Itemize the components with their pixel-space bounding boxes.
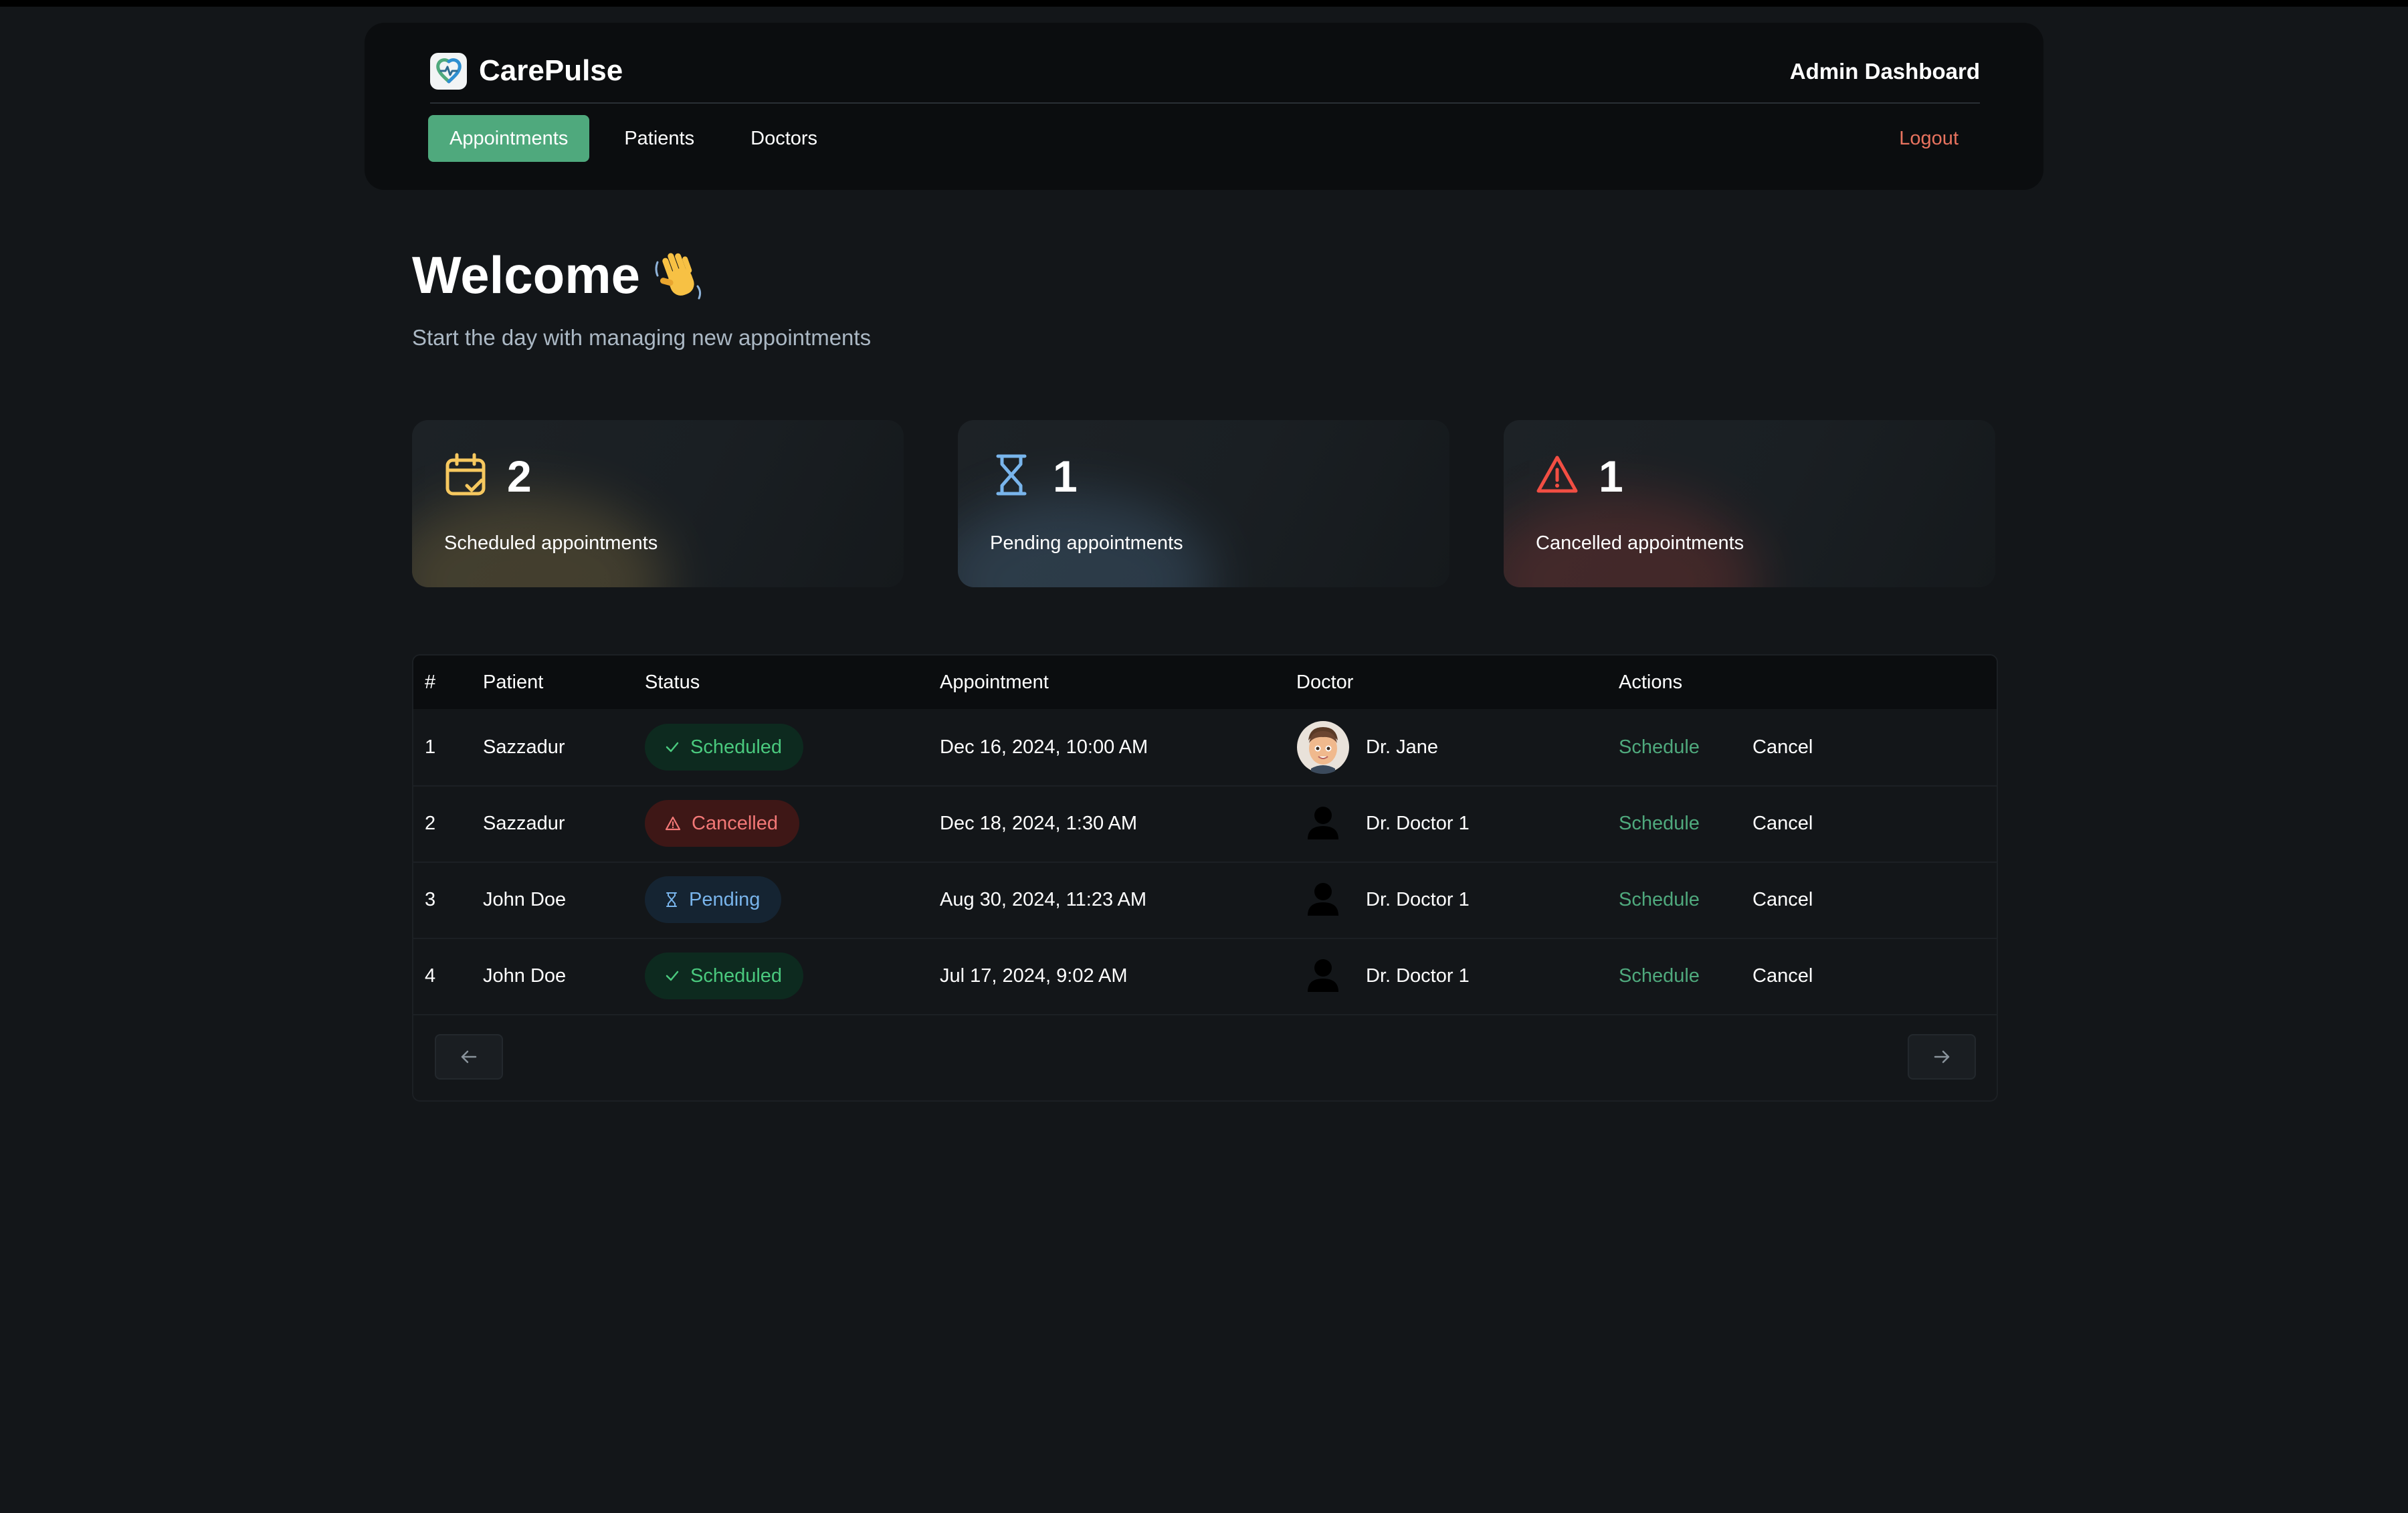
- header: CarePulse Admin Dashboard Appointments P…: [365, 23, 2043, 190]
- alert-triangle-icon: [1536, 456, 1578, 493]
- column-header-index: #: [425, 672, 436, 693]
- table-header: # Patient Status Appointment Doctor Acti…: [413, 655, 1997, 709]
- row-index: 4: [425, 965, 436, 987]
- header-title: Admin Dashboard: [1789, 59, 1980, 84]
- stat-label-pending: Pending appointments: [990, 532, 1183, 554]
- table-row: 4 John Doe Scheduled Jul 17, 2024, 9:02 …: [413, 938, 1997, 1015]
- appointment-datetime: Dec 16, 2024, 10:00 AM: [940, 736, 1148, 758]
- welcome-heading: Welcome: [412, 245, 706, 306]
- header-divider: [430, 102, 1980, 104]
- row-index: 3: [425, 889, 436, 910]
- arrow-right-icon: [1934, 1050, 1950, 1064]
- appointment-datetime: Aug 30, 2024, 11:23 AM: [940, 889, 1147, 910]
- status-badge: Scheduled: [645, 952, 804, 999]
- row-index: 1: [425, 736, 436, 758]
- schedule-button[interactable]: Schedule: [1619, 709, 1700, 785]
- doctor-name: Dr. Doctor 1: [1366, 965, 1470, 987]
- row-index: 2: [425, 813, 436, 834]
- cancel-button[interactable]: Cancel: [1752, 938, 1813, 1014]
- nav-tab-doctors[interactable]: Doctors: [729, 115, 839, 162]
- cancel-button[interactable]: Cancel: [1752, 862, 1813, 938]
- schedule-button[interactable]: Schedule: [1619, 862, 1700, 938]
- logo[interactable]: CarePulse: [430, 51, 623, 91]
- stat-count-pending: 1: [1053, 451, 1078, 501]
- column-header-status: Status: [645, 672, 700, 693]
- status-label: Scheduled: [690, 736, 783, 758]
- status-badge: Scheduled: [645, 724, 804, 771]
- nav-tab-patients[interactable]: Patients: [603, 115, 716, 162]
- check-icon: [666, 742, 679, 752]
- hourglass-icon: [666, 892, 677, 907]
- table-row: 3 John Doe Pending Aug 30, 2024, 11:23 A…: [413, 862, 1997, 939]
- doctor-name: Dr. Doctor 1: [1366, 889, 1470, 910]
- status-badge: Cancelled: [645, 800, 799, 847]
- carepulse-logo-icon: [430, 52, 467, 90]
- nav-tab-appointments[interactable]: Appointments: [428, 115, 590, 162]
- patient-name: Sazzadur: [483, 813, 565, 834]
- patient-name: John Doe: [483, 965, 567, 987]
- schedule-button[interactable]: Schedule: [1619, 785, 1700, 862]
- stat-label-scheduled: Scheduled appointments: [444, 532, 658, 554]
- calendar-check-icon: [445, 453, 486, 496]
- person-silhouette-icon: [1308, 807, 1338, 839]
- appointment-datetime: Dec 18, 2024, 1:30 AM: [940, 813, 1138, 834]
- cancel-button[interactable]: Cancel: [1752, 785, 1813, 862]
- doctor-name: Dr. Jane: [1366, 736, 1438, 758]
- stat-card-cancelled: 1 Cancelled appointments: [1504, 420, 1995, 587]
- column-header-actions: Actions: [1619, 672, 1683, 693]
- table-row: 2 Sazzadur Cancelled Dec 18, 2024, 1:30 …: [413, 785, 1997, 863]
- hourglass-icon: [996, 454, 1027, 496]
- previous-page-button[interactable]: [435, 1034, 503, 1080]
- status-label: Cancelled: [692, 812, 778, 834]
- stat-card-pending: 1 Pending appointments: [958, 420, 1449, 587]
- check-icon: [666, 971, 679, 981]
- stat-label-cancelled: Cancelled appointments: [1536, 532, 1744, 554]
- column-header-patient: Patient: [483, 672, 544, 693]
- person-silhouette-icon: [1308, 883, 1338, 916]
- welcome-subtitle: Start the day with managing new appointm…: [412, 325, 872, 350]
- welcome-title: Welcome: [412, 245, 641, 304]
- logout-button[interactable]: Logout: [1899, 115, 1959, 162]
- stat-card-scheduled: 2 Scheduled appointments: [412, 420, 904, 587]
- arrow-left-icon: [461, 1050, 477, 1064]
- patient-name: Sazzadur: [483, 736, 565, 758]
- doctor-name: Dr. Doctor 1: [1366, 813, 1470, 834]
- patient-name: John Doe: [483, 889, 567, 910]
- column-header-appointment: Appointment: [940, 672, 1049, 693]
- memoji-avatar: [1297, 721, 1349, 774]
- waving-hand-icon: [655, 252, 702, 299]
- column-header-doctor: Doctor: [1296, 672, 1354, 693]
- table-row: 1 Sazzadur Scheduled Dec 16, 2024, 10:00…: [413, 709, 1997, 787]
- app-name: CarePulse: [479, 54, 623, 87]
- appointment-datetime: Jul 17, 2024, 9:02 AM: [940, 965, 1128, 987]
- alert-triangle-icon: [665, 816, 681, 831]
- stat-count-scheduled: 2: [507, 451, 532, 501]
- cancel-button[interactable]: Cancel: [1752, 709, 1813, 785]
- main-nav: Appointments Patients Doctors: [428, 115, 852, 162]
- window-top-bar: [0, 0, 2408, 7]
- schedule-button[interactable]: Schedule: [1619, 938, 1700, 1014]
- status-label: Scheduled: [690, 965, 783, 987]
- appointments-table: # Patient Status Appointment Doctor Acti…: [412, 654, 1998, 1102]
- stat-count-cancelled: 1: [1599, 451, 1623, 501]
- next-page-button[interactable]: [1908, 1034, 1976, 1080]
- page: { "app": { "name": "CarePulse", "header_…: [0, 0, 2408, 1513]
- person-silhouette-icon: [1308, 959, 1338, 992]
- status-badge: Pending: [645, 876, 782, 923]
- status-label: Pending: [689, 888, 761, 910]
